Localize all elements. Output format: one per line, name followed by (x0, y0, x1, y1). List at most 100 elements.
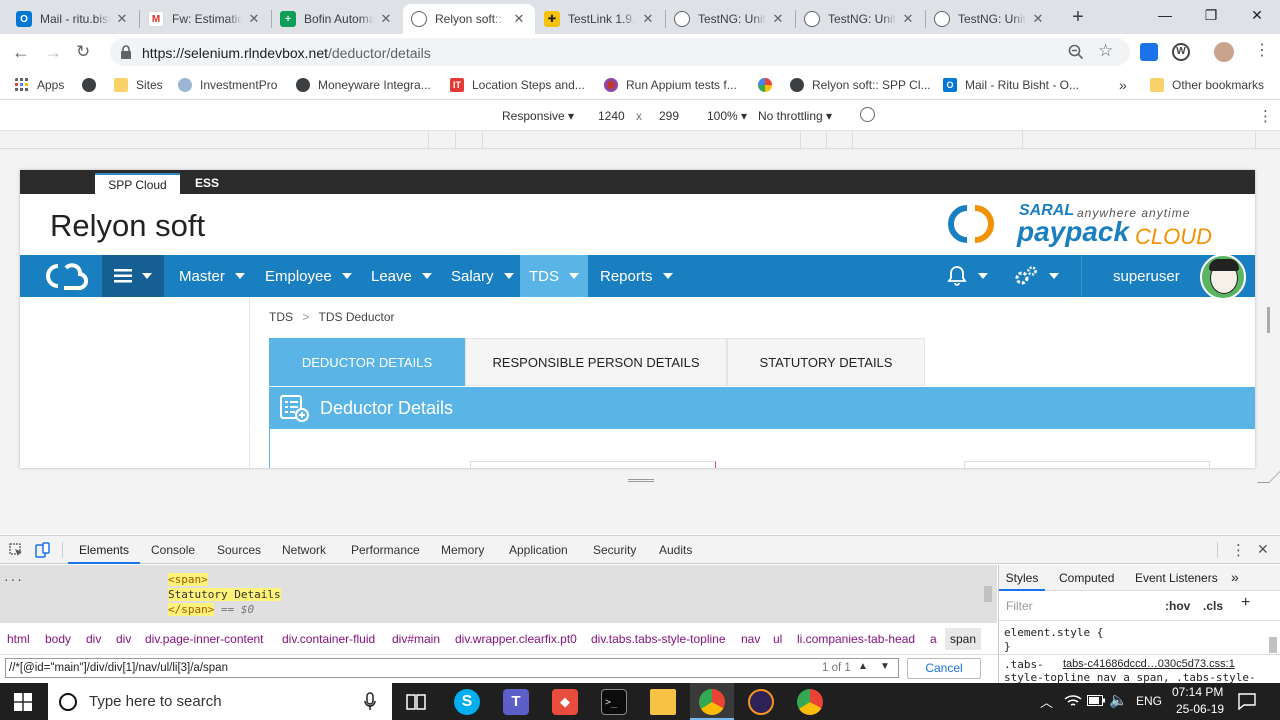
crumb-div[interactable]: div (116, 632, 131, 646)
tab-network[interactable]: Network (282, 536, 326, 564)
tab-security[interactable]: Security (593, 536, 636, 564)
task-view-icon[interactable] (406, 692, 426, 712)
browser-tab-sheets[interactable]: + Bofin Automation ✕ (272, 4, 402, 34)
nav-reports[interactable]: Reports (600, 255, 673, 297)
browser-tab-testng-2[interactable]: TestNG: Unit Test ✕ (796, 4, 924, 34)
close-icon[interactable]: ✕ (900, 11, 916, 27)
bookmark-location-steps[interactable]: IT Location Steps and... (450, 77, 585, 93)
window-close-button[interactable]: ✕ (1234, 0, 1280, 30)
rule-selector[interactable]: .tabs- (1004, 658, 1044, 671)
viewport-width-input[interactable]: 1240 (598, 109, 625, 123)
close-icon[interactable]: ✕ (511, 11, 527, 27)
crumb-container-fluid[interactable]: div.container-fluid (282, 632, 375, 646)
close-icon[interactable]: ✕ (770, 11, 786, 27)
crumb-div[interactable]: div (86, 632, 101, 646)
media-segment[interactable] (1022, 131, 1023, 148)
wifi-icon[interactable] (1064, 694, 1082, 708)
tab-sources[interactable]: Sources (217, 536, 261, 564)
tray-expand-icon[interactable]: ︿ (1040, 692, 1053, 711)
devtools-close-icon[interactable]: ✕ (1257, 541, 1269, 558)
crumb-span[interactable]: span (945, 628, 982, 650)
styles-scrollbar[interactable] (1267, 633, 1279, 683)
extension-icon[interactable] (1140, 43, 1158, 61)
search-next-button[interactable]: ▼ (880, 661, 890, 672)
notifications-button[interactable] (946, 255, 988, 297)
rotate-icon[interactable] (860, 107, 875, 122)
microphone-icon[interactable] (364, 692, 376, 711)
media-query-bar[interactable] (0, 131, 1280, 149)
action-center-icon[interactable] (1238, 692, 1256, 710)
media-segment[interactable] (455, 131, 456, 148)
breadcrumb-tds[interactable]: TDS (269, 310, 293, 324)
scrollbar-thumb[interactable] (1269, 637, 1277, 653)
address-bar[interactable]: https://selenium.rlndevbox.net/deductor/… (110, 38, 1130, 66)
tab-elements[interactable]: Elements (68, 536, 140, 564)
restore-button[interactable]: ❐ (1188, 0, 1234, 30)
tab-event-listeners[interactable]: Event Listeners (1135, 565, 1218, 591)
clock-time[interactable]: 07:14 PM (1172, 685, 1223, 699)
bookmark-appium[interactable]: Run Appium tests f... (604, 77, 737, 93)
viewport-resize-handle-bottom[interactable] (628, 479, 654, 482)
devtools-menu-icon[interactable]: ⋮ (1231, 541, 1246, 559)
crumb-main[interactable]: div#main (392, 632, 440, 646)
volume-icon[interactable]: 🔈 (1109, 691, 1128, 709)
device-select[interactable]: Responsive ▾ (502, 109, 574, 123)
user-name[interactable]: superuser (1113, 255, 1180, 297)
form-input-field[interactable] (964, 461, 1210, 468)
inspect-element-icon[interactable] (9, 543, 23, 557)
device-toggle-icon[interactable] (35, 542, 51, 558)
tab-memory[interactable]: Memory (441, 536, 484, 564)
styles-overflow-button[interactable]: » (1231, 565, 1239, 589)
close-icon[interactable]: ✕ (246, 11, 262, 27)
crumb-wrapper[interactable]: div.wrapper.clearfix.pt0 (455, 632, 577, 646)
rule-source-link[interactable]: tabs-c41686dccd…030c5d73.css:1 (1063, 658, 1235, 670)
windows-start-icon[interactable] (14, 693, 32, 711)
node-actions-ellipsis[interactable]: ... (3, 571, 23, 584)
browser-tab-relyon[interactable]: Relyon soft:: SPP ✕ (403, 4, 535, 34)
bookmark-star-icon[interactable]: ☆ (1098, 41, 1113, 61)
throttle-select[interactable]: No throttling ▾ (758, 109, 832, 123)
close-icon[interactable]: ✕ (640, 11, 656, 27)
tab-computed[interactable]: Computed (1059, 565, 1114, 591)
viewport-resize-corner[interactable] (1257, 471, 1280, 483)
eclipse-icon[interactable] (748, 689, 774, 715)
anydesk-icon[interactable]: ◆ (552, 689, 578, 715)
add-style-rule-button[interactable]: + (1241, 594, 1250, 612)
styles-filter-input[interactable]: Filter (1003, 597, 1157, 615)
nav-salary[interactable]: Salary (451, 255, 514, 297)
search-prev-button[interactable]: ▲ (858, 661, 868, 672)
new-tab-button[interactable]: + (1066, 6, 1090, 30)
zoom-select[interactable]: 100% ▾ (707, 109, 747, 123)
nav-employee[interactable]: Employee (265, 255, 352, 297)
nav-tds[interactable]: TDS (520, 255, 588, 297)
tab-console[interactable]: Console (151, 536, 195, 564)
sidebar-toggle-button[interactable] (102, 255, 164, 297)
crumb-a[interactable]: a (930, 632, 937, 646)
reload-button[interactable]: ↻ (76, 42, 96, 62)
crumb-page-inner-content[interactable]: div.page-inner-content (145, 632, 264, 646)
elements-scrollbar[interactable] (982, 570, 994, 618)
home-logo-icon[interactable] (44, 260, 92, 292)
browser-tab-testlink[interactable]: ✚ TestLink 1.9.16 ✕ (536, 4, 664, 34)
back-button[interactable]: ← (12, 42, 32, 62)
code-line[interactable]: <span> (168, 573, 208, 586)
media-segment[interactable] (428, 131, 429, 148)
xpath-search-input[interactable]: //*[@id="main"]/div/div[1]/nav/ul/li[3]/… (5, 658, 899, 678)
nav-leave[interactable]: Leave (371, 255, 432, 297)
spp-cloud-tab[interactable]: SPP Cloud (95, 173, 180, 194)
tab-performance[interactable]: Performance (351, 536, 420, 564)
tab-deductor-details[interactable]: DEDUCTOR DETAILS (269, 338, 465, 386)
close-icon[interactable]: ✕ (114, 11, 130, 27)
zoom-icon[interactable] (1068, 44, 1084, 60)
browser-tab-mail[interactable]: O Mail - ritu.bisht ✕ (8, 4, 138, 34)
avatar[interactable] (1200, 254, 1246, 300)
teams-icon[interactable]: T (503, 689, 529, 715)
bookmarks-overflow-button[interactable]: » (1119, 77, 1127, 93)
close-icon[interactable]: ✕ (378, 11, 394, 27)
browser-tab-testng-3[interactable]: TestNG: Unit Test ✕ (926, 4, 1054, 34)
crumb-nav[interactable]: nav (741, 632, 760, 646)
taskbar-active-app[interactable] (690, 683, 734, 720)
terminal-icon[interactable]: >_ (601, 689, 627, 715)
menu-icon[interactable]: ⋮ (1254, 40, 1270, 60)
class-toggle[interactable]: .cls (1203, 597, 1223, 615)
